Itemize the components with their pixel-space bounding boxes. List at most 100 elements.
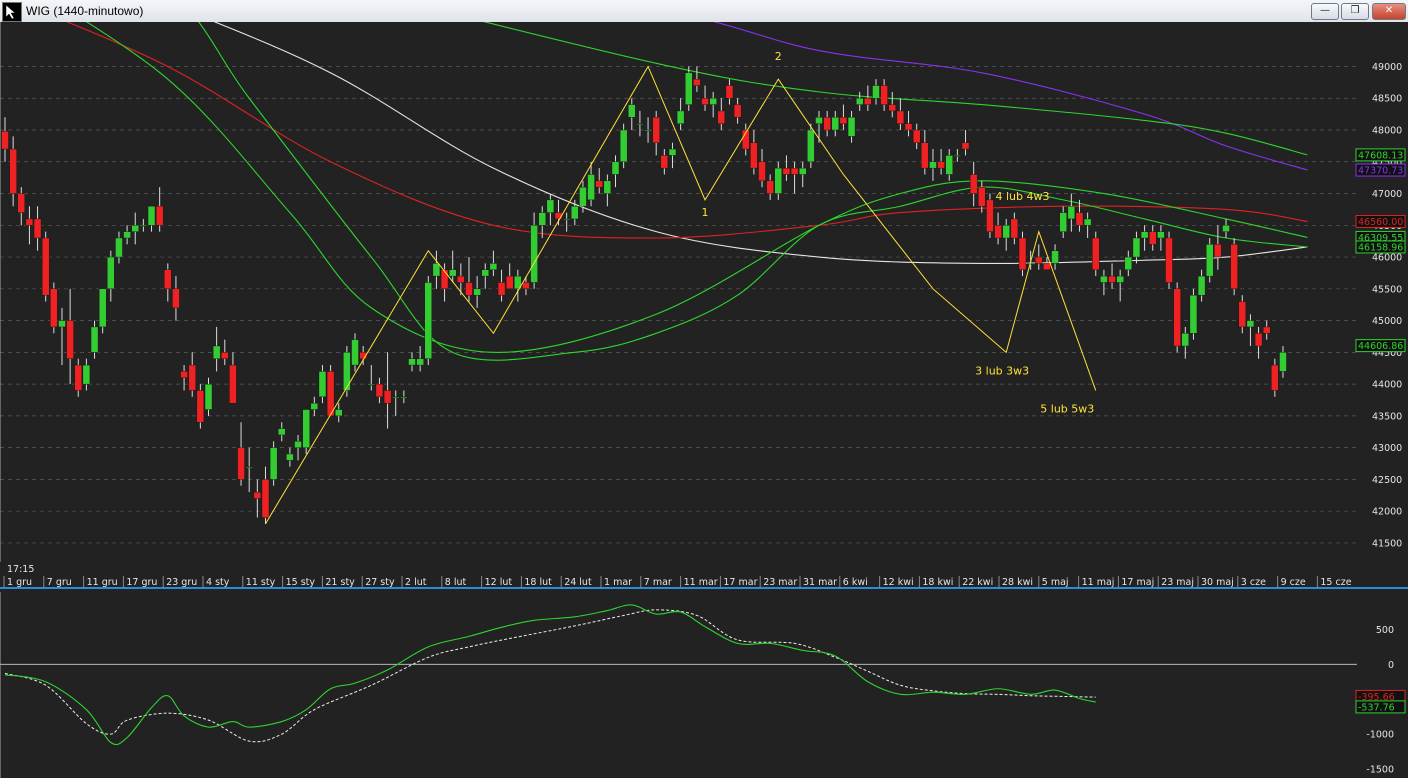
candle-down <box>1271 364 1279 391</box>
y-tick-label: 44000 <box>1372 380 1402 391</box>
candle-down <box>457 275 465 283</box>
candle-down <box>888 104 896 112</box>
candle-down <box>497 282 506 296</box>
price-chart: 1 2 4 lub 4w3 3 lub 3w3 5 lub 5w3 41500 42000… <box>0 22 1408 778</box>
wave-label: 1 <box>702 206 709 219</box>
x-tick-label: 6 kwi <box>843 577 868 588</box>
candle-up <box>807 129 815 162</box>
candle-down <box>74 364 82 391</box>
candle-down <box>725 85 734 99</box>
candle-down <box>180 371 188 378</box>
candle-down <box>42 237 50 296</box>
x-tick-label: 3 cze <box>1241 577 1266 588</box>
candle-down <box>961 142 970 150</box>
candle-up <box>245 466 253 468</box>
candle-up <box>611 161 620 175</box>
candle-up <box>1197 275 1206 296</box>
candle-up <box>58 320 66 328</box>
osc-tick-label: 0 <box>1388 660 1394 671</box>
candle-down <box>904 123 913 131</box>
x-tick-label: 1 mar <box>604 577 632 588</box>
candle-up <box>473 288 481 296</box>
candle-up <box>603 180 612 194</box>
candle-up <box>123 231 131 239</box>
app-icon[interactable] <box>2 2 22 22</box>
candle-up <box>286 453 294 461</box>
x-tick-label: 24 lut <box>564 577 592 588</box>
candle-up <box>449 269 457 277</box>
candle-up <box>1116 275 1124 283</box>
osc-tick-label: -1000 <box>1366 730 1394 741</box>
x-tick-label: 11 gru <box>87 577 118 588</box>
restore-button[interactable]: ❐ <box>1341 3 1369 20</box>
candle-down <box>693 78 701 86</box>
x-tick-label: 18 lut <box>524 577 552 588</box>
candle-up <box>82 364 91 385</box>
candle-down <box>986 199 994 232</box>
candle-up <box>424 282 432 359</box>
candle-up <box>212 345 221 359</box>
x-tick-label: 5 maj <box>1042 577 1069 588</box>
x-tick-label: 17 mar <box>723 577 757 588</box>
x-tick-label: 15 sty <box>286 577 316 588</box>
candle-up <box>318 371 327 398</box>
osc-tag-label: -537.76 <box>1358 702 1395 713</box>
candle-down <box>1075 212 1084 226</box>
candle-up <box>408 358 416 366</box>
time-label: 17:15 <box>7 564 34 575</box>
candle-down <box>660 155 669 169</box>
candle-up <box>98 288 107 328</box>
candle-up <box>1157 231 1165 239</box>
x-tick-label: 15 cze <box>1320 577 1351 588</box>
candle-down <box>790 167 799 175</box>
y-tick-label: 42000 <box>1372 507 1402 518</box>
close-button[interactable]: ✕ <box>1372 3 1406 20</box>
candle-up <box>367 383 375 386</box>
candle-up <box>628 104 636 118</box>
candle-up <box>571 206 579 220</box>
window-title: WIG (1440-minutowo) <box>26 4 144 18</box>
candle-down <box>994 225 1002 239</box>
x-tick-label: 12 kwi <box>883 577 914 588</box>
x-tick-label: 12 lut <box>485 577 513 588</box>
candle-up <box>489 263 498 270</box>
candle-up <box>481 269 489 277</box>
candle-up <box>400 396 408 399</box>
osc-tick-label: -1500 <box>1366 765 1394 776</box>
candle-up <box>416 358 424 366</box>
candle-up <box>685 72 693 105</box>
y-tick-label: 45500 <box>1372 284 1402 295</box>
candle-up <box>945 155 953 175</box>
candle-up <box>562 218 571 221</box>
price-tag-label: 46560.00 <box>1358 217 1403 228</box>
candle-up <box>302 409 310 448</box>
candle-down <box>823 117 831 131</box>
x-tick-label: 21 sty <box>325 577 355 588</box>
candle-down <box>1018 237 1027 270</box>
y-tick-label: 47000 <box>1372 189 1402 200</box>
candle-up <box>335 409 343 417</box>
candle-down <box>1108 275 1116 283</box>
candle-down <box>261 479 270 518</box>
x-tick-label: 23 mar <box>763 577 797 588</box>
candle-up <box>530 225 538 283</box>
candle-down <box>66 320 74 359</box>
candle-up <box>538 212 546 226</box>
chart-window: WIG (1440-minutowo) — ❐ ✕ 1 2 4 lub 4w3 3 l… <box>0 0 1408 778</box>
y-tick-label: 43500 <box>1372 411 1402 422</box>
title-bar: WIG (1440-minutowo) — ❐ ✕ <box>0 0 1408 23</box>
x-tick-label: 2 lut <box>405 577 427 588</box>
candle-down <box>1214 244 1222 258</box>
candle-down <box>33 218 42 239</box>
candle-down <box>912 129 921 143</box>
candle-down <box>155 206 164 226</box>
y-tick-label: 48000 <box>1372 126 1402 137</box>
candle-down <box>1173 288 1181 347</box>
candle-up <box>1246 320 1255 328</box>
wave-label: 2 <box>775 50 782 63</box>
minimize-button[interactable]: — <box>1311 3 1339 20</box>
x-tick-label: 11 maj <box>1082 577 1115 588</box>
x-axis: 17:15 1 gru 7 gru 11 gru 17 gru 23 gru 4 sty 1… <box>0 563 1408 589</box>
x-tick-label: 18 kwi <box>922 577 953 588</box>
candle-up <box>107 256 115 290</box>
